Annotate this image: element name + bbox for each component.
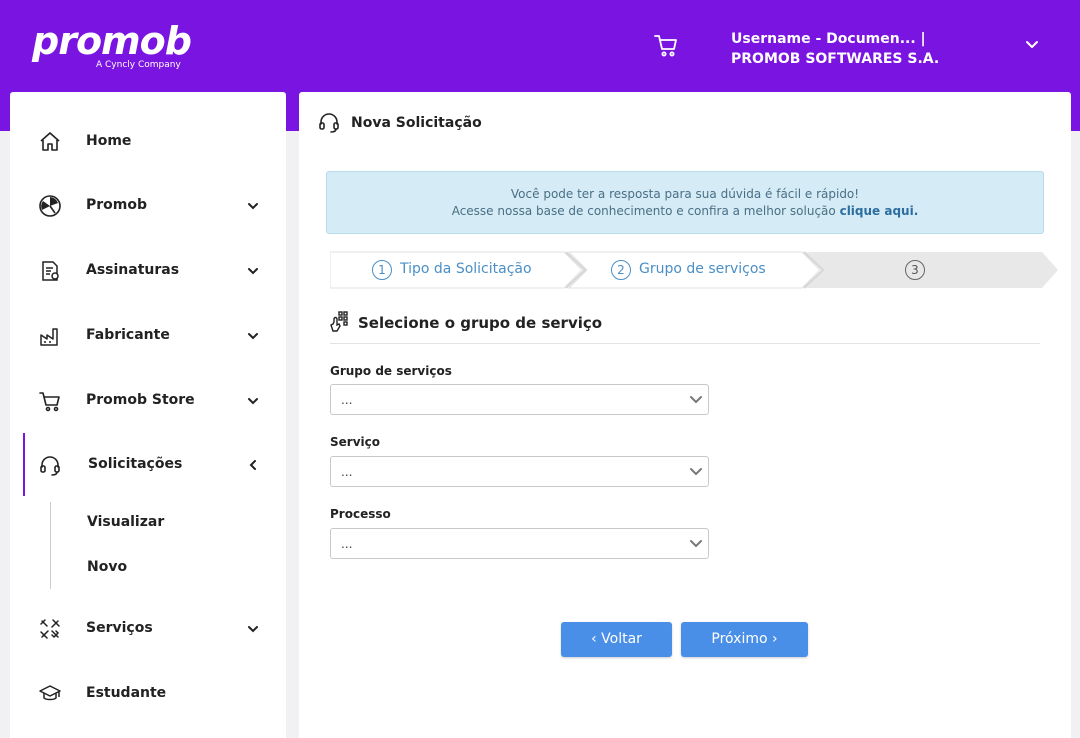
chevron-left-icon: ‹ <box>591 631 602 647</box>
processo-value: ... <box>341 537 353 551</box>
step-1-label[interactable]: Tipo da Solicitação <box>400 261 532 277</box>
sidebar-item-promob-store[interactable]: Promob Store <box>10 379 286 423</box>
step-2-label[interactable]: Grupo de serviços <box>639 261 766 277</box>
chevron-down-icon <box>690 396 702 404</box>
wizard-steps: 1 Tipo da Solicitação 2 Grupo de serviço… <box>330 251 1060 289</box>
sidebar-item-label: Fabricante <box>86 327 170 343</box>
service-group-icon <box>330 311 348 332</box>
info-banner: Você pode ter a resposta para sua dúvida… <box>326 171 1044 234</box>
user-account-label[interactable]: Username - Documen... | PROMOB SOFTWARES… <box>731 29 991 69</box>
knowledge-base-link[interactable]: clique aqui. <box>840 204 919 218</box>
sidebar-item-fabricante[interactable]: Fabricante <box>10 314 286 358</box>
sidebar-item-label: Promob <box>86 197 148 213</box>
back-button-label: Voltar <box>601 631 642 647</box>
sidebar-item-promob[interactable]: Promob <box>10 184 286 228</box>
sidebar-item-label: Estudante <box>86 685 167 701</box>
sidebar-item-label: Home <box>86 133 132 149</box>
sidebar-item-label: Promob Store <box>86 392 195 408</box>
servico-select[interactable]: ... <box>330 456 709 487</box>
document-icon <box>42 261 59 281</box>
next-button[interactable]: Próximo › <box>681 622 808 657</box>
grupo-servicos-value: ... <box>341 393 353 407</box>
processo-select[interactable]: ... <box>330 528 709 559</box>
step-2-number: 2 <box>611 260 631 280</box>
page-title: Nova Solicitação <box>351 115 482 131</box>
submenu-guide-line <box>50 502 51 589</box>
info-text-line2: Acesse nossa base de conhecimento e conf… <box>327 203 1043 220</box>
sidebar-item-label: Solicitações <box>88 456 183 472</box>
sidebar-item-solicitacoes[interactable]: Solicitações <box>10 443 286 487</box>
chevron-down-icon[interactable] <box>1023 38 1041 52</box>
processo-label: Processo <box>330 507 391 521</box>
chevron-left-icon <box>249 460 256 470</box>
info-text-line2-body: Acesse nossa base de conhecimento e conf… <box>451 204 836 218</box>
chevron-right-icon: › <box>772 631 778 647</box>
chevron-down-icon <box>248 333 258 340</box>
next-button-label: Próximo <box>711 631 768 647</box>
section-divider <box>330 343 1040 344</box>
sidebar-item-assinaturas[interactable]: Assinaturas <box>10 249 286 293</box>
chevron-down-icon <box>690 540 702 548</box>
sidebar: Home Promob Assinaturas Fabricante Promo… <box>10 92 286 738</box>
submenu-item-novo[interactable]: Novo <box>87 559 127 575</box>
chevron-down-icon <box>248 626 258 633</box>
chevron-down-icon <box>248 203 258 210</box>
servico-label: Serviço <box>330 435 380 449</box>
home-icon <box>40 132 60 151</box>
logo-subtitle: A Cyncly Company <box>96 60 181 70</box>
servico-value: ... <box>341 465 353 479</box>
headset-icon <box>319 113 339 133</box>
tools-icon <box>40 619 60 639</box>
grupo-servicos-select[interactable]: ... <box>330 384 709 415</box>
sidebar-item-estudante[interactable]: Estudante <box>10 672 286 716</box>
back-button[interactable]: ‹ Voltar <box>561 622 672 657</box>
chevron-down-icon <box>248 268 258 275</box>
grupo-servicos-label: Grupo de serviços <box>330 364 452 378</box>
step-1-number: 1 <box>372 260 392 280</box>
main-panel: Nova Solicitação Você pode ter a respost… <box>299 92 1071 738</box>
sidebar-item-home[interactable]: Home <box>10 120 286 164</box>
sidebar-item-label: Serviços <box>86 620 153 636</box>
headset-icon <box>40 456 60 476</box>
chevron-down-icon <box>248 398 258 405</box>
sidebar-item-label: Assinaturas <box>86 262 180 278</box>
chevron-down-icon <box>690 468 702 476</box>
section-title: Selecione o grupo de serviço <box>358 314 603 332</box>
sidebar-item-servicos[interactable]: Serviços <box>10 607 286 651</box>
submenu-item-visualizar[interactable]: Visualizar <box>87 514 164 530</box>
cart-icon[interactable] <box>653 32 679 58</box>
factory-icon <box>40 328 58 346</box>
cart-icon <box>39 392 60 412</box>
info-text-line1: Você pode ter a resposta para sua dúvida… <box>510 187 860 201</box>
graduation-cap-icon <box>39 685 61 701</box>
step-3-number: 3 <box>905 260 925 280</box>
promob-icon <box>39 195 61 217</box>
logo-wordmark: promob <box>32 19 192 63</box>
promob-logo[interactable]: promob A Cyncly Company <box>32 19 192 70</box>
